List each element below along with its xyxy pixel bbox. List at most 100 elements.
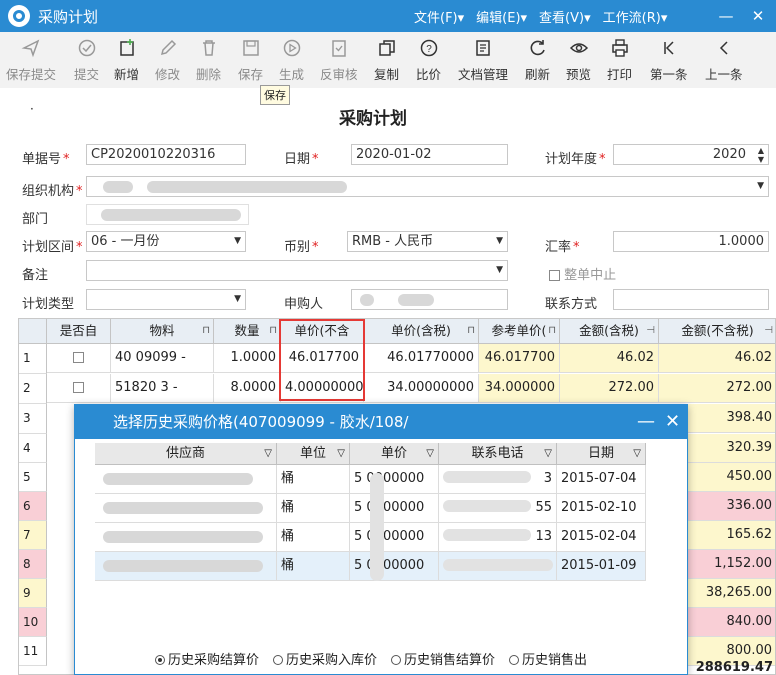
dlg-cell-price[interactable]: 5 0000000 — [350, 523, 439, 552]
dlg-col-supplier[interactable]: 供应商 ▽ — [95, 443, 277, 465]
cell-amt-in[interactable]: 272.00 — [560, 374, 659, 403]
pin-icon[interactable]: ⊓ — [548, 319, 556, 343]
prev-record-button[interactable]: 上一条 — [705, 38, 743, 83]
pin-icon[interactable]: ⊣ — [646, 319, 655, 343]
close-button[interactable]: ✕ — [744, 0, 772, 32]
col-header-ref-price[interactable]: 参考单价(⊓ — [479, 319, 560, 344]
dlg-cell-supplier[interactable]: ▶ — [95, 552, 277, 581]
dlg-cell-price[interactable]: 5 0000000 — [350, 552, 439, 581]
pin-icon[interactable]: ⊓ — [467, 319, 475, 343]
row-number: 8 — [19, 550, 47, 579]
col-header-qty[interactable]: 数量 ⊓ — [214, 319, 281, 344]
menu-edit[interactable]: 编辑(E)▾ — [476, 7, 527, 26]
period-select[interactable]: 06 - 一月份 ▼ — [86, 231, 246, 252]
grid-checkbox[interactable] — [47, 374, 111, 403]
refresh-button[interactable]: 刷新 — [525, 38, 550, 83]
dlg-cell-supplier[interactable] — [95, 465, 277, 494]
contact-field[interactable] — [613, 289, 769, 310]
pin-icon[interactable]: ⊓ — [202, 319, 210, 343]
dept-field[interactable] — [86, 204, 249, 225]
dlg-cell-supplier[interactable] — [95, 494, 277, 523]
cell-ref-price[interactable]: 46.017700 — [479, 344, 560, 373]
filter-icon[interactable]: ▽ — [544, 443, 552, 465]
cell-price-in[interactable]: 34.00000000 — [364, 374, 479, 403]
generate-button[interactable]: 生成 — [279, 38, 304, 83]
type-select[interactable]: ▼ — [86, 289, 246, 310]
preview-button[interactable]: 预览 — [566, 38, 591, 83]
cell-qty[interactable]: 1.0000 — [214, 344, 281, 373]
dlg-cell-supplier[interactable] — [95, 523, 277, 552]
dlg-cell-price[interactable]: 5 0000000 — [350, 465, 439, 494]
dlg-col-unit[interactable]: 单位 ▽ — [277, 443, 350, 465]
cell-amt-ex[interactable]: 272.00 — [659, 374, 775, 403]
cell-material[interactable]: 40 09099 - — [111, 344, 214, 373]
dlg-cell-date[interactable]: 2015-01-09 — [557, 552, 646, 581]
menu-file[interactable]: 文件(F)▾ — [414, 7, 464, 26]
add-button[interactable]: 新增 — [114, 38, 139, 83]
filter-icon[interactable]: ▽ — [337, 443, 345, 465]
currency-select[interactable]: RMB - 人民币 ▼ — [347, 231, 508, 252]
first-record-button[interactable]: 第一条 — [650, 38, 688, 83]
dlg-col-date[interactable]: 日期 ▽ — [557, 443, 646, 465]
cell-amt-ex[interactable]: 46.02 — [659, 344, 775, 373]
remark-select[interactable]: ▼ — [86, 260, 508, 281]
dlg-cell-date[interactable]: 2015-02-10 — [557, 494, 646, 523]
org-select[interactable]: ▼ — [86, 176, 769, 197]
copy-button[interactable]: 复制 — [374, 38, 399, 83]
grid-checkbox[interactable] — [47, 344, 111, 373]
save-submit-button[interactable]: 保存提交 — [6, 38, 56, 83]
compare-button[interactable]: ? 比价 — [416, 38, 441, 83]
radio-purchase-settle[interactable]: 历史采购结算价 — [155, 649, 259, 668]
row-number: 6 — [19, 492, 47, 521]
date-field[interactable]: 2020-01-02 — [351, 144, 508, 165]
cell-price-in[interactable]: 46.01770000 — [364, 344, 479, 373]
dlg-cell-unit[interactable]: 桶 — [277, 465, 350, 494]
save-button[interactable]: 保存 — [238, 38, 263, 83]
pin-icon[interactable]: ⊣ — [764, 319, 773, 343]
filter-icon[interactable]: ▽ — [633, 443, 641, 465]
radio-sales-out[interactable]: 历史销售出 — [509, 649, 587, 668]
minimize-button[interactable]: — — [712, 0, 740, 32]
redaction-streak — [443, 529, 531, 541]
col-header-amt-ex[interactable]: 金额(不含税) ⊣ — [659, 319, 775, 344]
col-header-self[interactable]: 是否自 — [47, 319, 111, 344]
submit-button[interactable]: 提交 — [74, 38, 99, 83]
col-header-material[interactable]: 物料 ⊓ — [111, 319, 214, 344]
dlg-cell-unit[interactable]: 桶 — [277, 523, 350, 552]
docs-button[interactable]: 文档管理 — [458, 38, 508, 83]
doc-no-field[interactable]: CP2020010220316 — [86, 144, 246, 165]
dlg-cell-unit[interactable]: 桶 — [277, 552, 350, 581]
col-header-price-in[interactable]: 单价(含税) ⊓ — [364, 319, 479, 344]
cell-amt-in[interactable]: 46.02 — [560, 344, 659, 373]
menu-workflow[interactable]: 工作流(R)▾ — [603, 7, 668, 26]
filter-icon[interactable]: ▽ — [264, 443, 272, 465]
stop-checkbox[interactable]: 整单中止 — [549, 264, 616, 283]
dlg-cell-price[interactable]: 5 0000000 — [350, 494, 439, 523]
stepper-icon[interactable]: ▲ ▼ — [758, 146, 764, 164]
dialog-minimize-button[interactable]: — — [637, 405, 655, 439]
dlg-cell-date[interactable]: 2015-02-04 — [557, 523, 646, 552]
menu-view[interactable]: 查看(V)▾ — [539, 7, 591, 26]
filter-icon[interactable]: ▽ — [426, 443, 434, 465]
dlg-cell-unit[interactable]: 桶 — [277, 494, 350, 523]
dialog-close-button[interactable]: ✕ — [665, 405, 680, 439]
row-number: 11 — [19, 637, 47, 666]
col-header-amt-in[interactable]: 金额(含税) ⊣ — [560, 319, 659, 344]
print-button[interactable]: 打印 — [607, 38, 632, 83]
year-stepper[interactable]: 2020 ▲ ▼ — [613, 144, 769, 165]
cell-qty[interactable]: 8.0000 — [214, 374, 281, 403]
radio-purchase-inbound[interactable]: 历史采购入库价 — [273, 649, 377, 668]
dlg-col-phone[interactable]: 联系电话 ▽ — [439, 443, 557, 465]
cell-ref-price[interactable]: 34.000000 — [479, 374, 560, 403]
cell-material[interactable]: 51820 3 - — [111, 374, 214, 403]
radio-sales-settle[interactable]: 历史销售结算价 — [391, 649, 495, 668]
edit-button[interactable]: 修改 — [155, 38, 180, 83]
delete-button[interactable]: 删除 — [196, 38, 221, 83]
rate-field[interactable]: 1.0000 — [613, 231, 769, 252]
buyer-field[interactable] — [351, 289, 508, 310]
dlg-cell-date[interactable]: 2015-07-04 — [557, 465, 646, 494]
pin-icon[interactable]: ⊓ — [269, 319, 277, 343]
unapprove-button[interactable]: 反审核 — [320, 38, 358, 83]
dlg-col-price[interactable]: 单价 ▽ — [350, 443, 439, 465]
eye-icon — [569, 43, 588, 53]
